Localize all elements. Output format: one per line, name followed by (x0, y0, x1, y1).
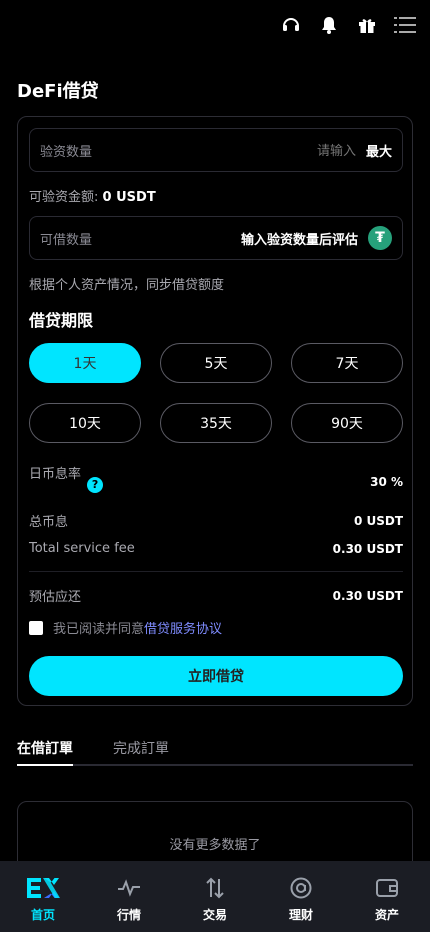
agreement-checkbox[interactable] (29, 620, 43, 635)
term-option-35d[interactable]: 35天 (160, 403, 272, 443)
wallet-icon (376, 879, 398, 897)
daily-rate-row: 日币息率? 30 % (29, 463, 403, 493)
menu-icon[interactable] (394, 14, 416, 36)
nav-item-home[interactable]: 首页 (13, 876, 73, 923)
nav-item-finance[interactable]: 理财 (271, 876, 331, 923)
page-title: DeFi借贷 (17, 81, 99, 102)
empty-state-text: 没有更多数据了 (169, 838, 261, 853)
estimated-repay-value: 0.30 USDT (332, 588, 403, 603)
available-collateral: 可验资金额: 0 USDT (29, 186, 156, 205)
collateral-input[interactable] (295, 142, 356, 158)
nav-label-trade: 交易 (202, 908, 227, 922)
agreement-row: 我已阅读并同意借贷服务协议 (29, 618, 222, 637)
nav-label-assets: 资产 (374, 908, 399, 922)
borrowable-label: 可借数量 (40, 232, 93, 248)
nav-item-trade[interactable]: 交易 (185, 876, 245, 923)
daily-rate-label-group: 日币息率? (29, 463, 104, 493)
orders-tabs: 在借訂單 完成訂單 (17, 738, 413, 766)
total-interest-value: 0 USDT (353, 513, 403, 528)
nav-label-finance: 理财 (288, 908, 313, 922)
estimated-repay-label: 预估应还 (29, 590, 82, 605)
top-toolbar (280, 12, 416, 38)
agreement-link[interactable]: 借贷服务协议 (144, 622, 222, 637)
bottom-nav: 首页 行情 交易 理财 资产 (0, 861, 430, 932)
swap-arrows-icon (206, 877, 224, 899)
total-interest-label: 总币息 (29, 515, 69, 530)
tab-borrowing-orders[interactable]: 在借訂單 (17, 738, 73, 758)
term-option-90d[interactable]: 90天 (291, 403, 403, 443)
tab-completed-orders[interactable]: 完成訂單 (113, 738, 169, 758)
term-option-1d[interactable]: 1天 (29, 343, 141, 383)
term-option-5d[interactable]: 5天 (160, 343, 272, 383)
credit-note: 根据个人资产情况，同步借贷额度 (29, 278, 225, 293)
nav-label-home: 首页 (30, 908, 55, 922)
nav-label-market: 行情 (116, 908, 141, 922)
service-fee-row: Total service fee 0.30 USDT (29, 541, 403, 556)
divider (29, 571, 403, 572)
borrow-now-button[interactable]: 立即借贷 (29, 656, 403, 696)
service-fee-value: 0.30 USDT (332, 541, 403, 556)
daily-rate-value: 30 % (370, 475, 403, 489)
bell-icon[interactable] (318, 14, 340, 36)
tether-icon: ₮ (368, 226, 392, 250)
term-title: 借贷期限 (29, 311, 94, 330)
collateral-label: 验资数量 (40, 144, 93, 160)
total-interest-row: 总币息 0 USDT (29, 511, 403, 531)
nav-item-market[interactable]: 行情 (99, 876, 159, 923)
borrowable-field[interactable]: 可借数量 输入验资数量后评估 ₮ (29, 216, 403, 260)
loan-form-card: 验资数量 最大 可验资金额: 0 USDT 可借数量 输入验资数量后评估 ₮ 根… (17, 116, 413, 706)
estimated-repay-row: 预估应还 0.30 USDT (29, 586, 403, 606)
collateral-field[interactable]: 验资数量 最大 (29, 128, 403, 172)
term-option-7d[interactable]: 7天 (291, 343, 403, 383)
headset-icon[interactable] (280, 14, 302, 36)
logo-ex-icon (27, 878, 60, 898)
agreement-prefix: 我已阅读并同意 (53, 622, 145, 637)
term-option-10d[interactable]: 10天 (29, 403, 141, 443)
help-icon[interactable]: ? (87, 476, 104, 493)
daily-rate-label: 日币息率 (29, 467, 82, 482)
service-fee-label: Total service fee (29, 541, 135, 556)
max-button[interactable]: 最大 (366, 141, 392, 160)
borrowable-hint: 输入验资数量后评估 (240, 232, 358, 248)
agreement-text: 我已阅读并同意借贷服务协议 (53, 618, 222, 637)
at-circle-icon (290, 877, 312, 899)
active-tab-indicator (17, 764, 73, 766)
pulse-icon (118, 879, 140, 897)
nav-item-assets[interactable]: 资产 (357, 876, 417, 923)
available-collateral-value: 0 USDT (102, 190, 156, 205)
gift-icon[interactable] (356, 14, 378, 36)
available-collateral-label: 可验资金额: (29, 190, 99, 205)
